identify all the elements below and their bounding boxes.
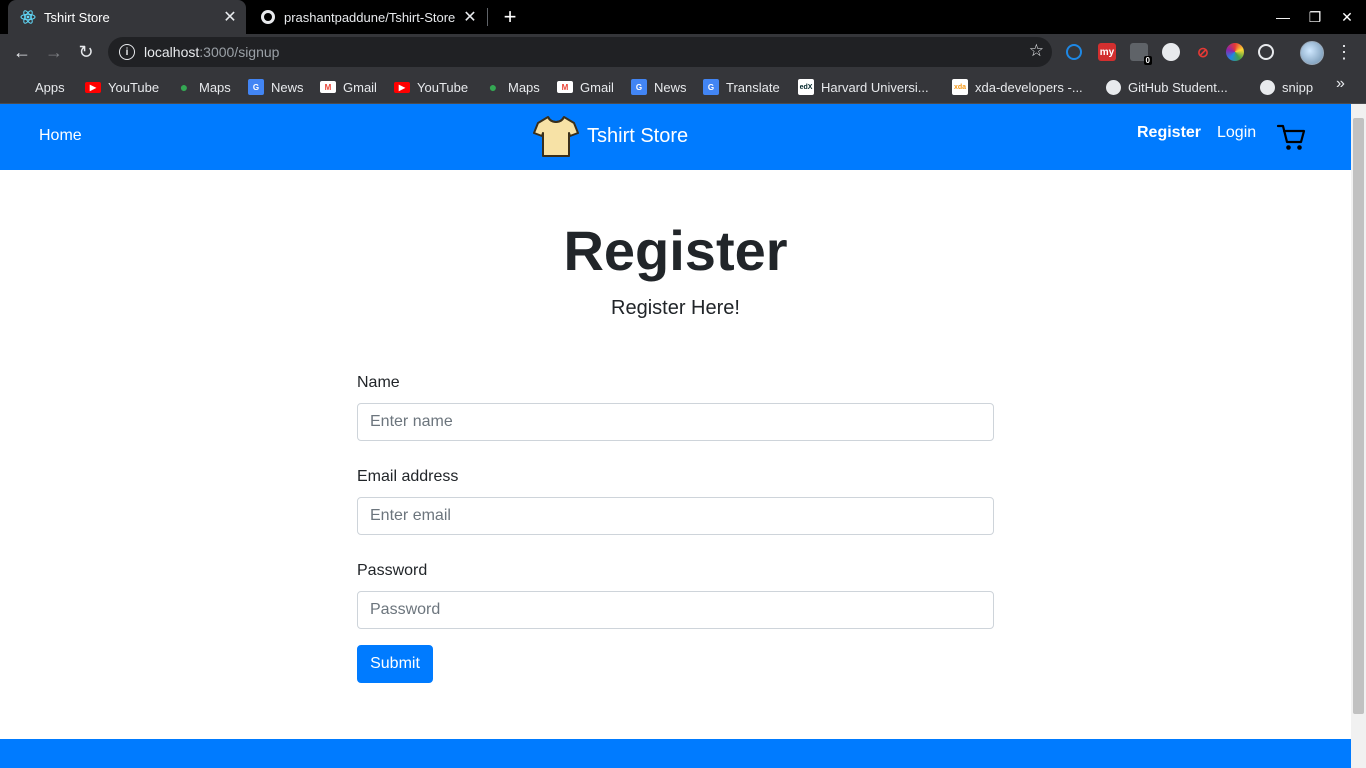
name-label: Name [357,374,400,391]
bookmark-apps[interactable]: Apps [14,78,65,96]
tshirt-logo-icon [533,116,579,157]
bookmark-xda[interactable]: xda xda-developers -... [952,78,1083,96]
extension-slash-icon[interactable]: ⊘ [1194,43,1212,61]
page-viewport: Home Tshirt Store Register Login Registe… [0,104,1351,768]
bookmark-star-icon[interactable]: ☆ [1029,41,1044,61]
bookmark-github-student[interactable]: GitHub Student... [1106,78,1228,96]
google-news-icon: G [248,79,264,95]
youtube-icon: ▶ [85,81,101,93]
browser-tab-inactive[interactable]: prashantpaddune/Tshirt-Store ✕ [250,0,486,34]
tab-separator [487,8,488,26]
address-bar[interactable]: i localhost:3000/signup ☆ [108,37,1052,67]
password-input[interactable] [357,591,994,629]
browser-tab-active[interactable]: Tshirt Store ✕ [8,0,246,34]
brand[interactable]: Tshirt Store [533,113,688,159]
tab-close-icon[interactable]: ✕ [220,7,240,27]
apps-grid-icon [14,80,28,94]
bookmark-youtube[interactable]: ▶ YouTube [394,78,468,96]
tab-close-icon[interactable]: ✕ [460,7,480,27]
maps-icon: ● [488,79,498,95]
site-info-icon[interactable]: i [119,44,135,60]
browser-tab-bar: Tshirt Store ✕ prashantpaddune/Tshirt-St… [0,0,1366,34]
github-icon [1260,79,1275,95]
close-window-icon[interactable]: ✕ [1331,0,1363,34]
github-icon [260,9,276,25]
gmail-icon: M [320,81,336,93]
new-tab-plus-icon[interactable]: + [498,4,522,30]
url-text: localhost:3000/signup [144,44,280,60]
brand-name: Tshirt Store [587,124,689,147]
email-group: Email address [357,468,994,535]
maps-icon: ● [179,79,189,95]
minimize-icon[interactable]: — [1267,0,1299,34]
extension-my-icon[interactable]: my [1098,43,1116,61]
forward-arrow-icon[interactable]: → [42,40,66,64]
scrollbar-thumb[interactable] [1353,118,1364,714]
extension-circle-icon[interactable] [1066,44,1082,60]
password-group: Password [357,562,994,629]
site-navbar: Home Tshirt Store Register Login [0,104,1351,170]
tab-title: Tshirt Store [44,9,110,25]
cart-icon[interactable] [1276,122,1306,152]
bookmarks-overflow-icon[interactable]: » [1336,75,1345,93]
xda-icon: xda [952,79,968,95]
profile-avatar[interactable] [1300,41,1324,65]
password-label: Password [357,562,428,579]
back-arrow-icon[interactable]: ← [10,40,34,64]
reload-icon[interactable]: ↻ [74,40,98,64]
google-news-icon: G [631,79,647,95]
bookmark-snipp[interactable]: snipp [1260,78,1313,96]
register-form: Name Email address Password Submit [357,374,994,683]
extension-colorwheel-icon[interactable] [1226,43,1244,61]
browser-toolbar: ← → ↻ i localhost:3000/signup ☆ my 0 ⊘ [0,34,1366,70]
nav-register-link[interactable]: Register [1137,124,1201,142]
email-input[interactable] [357,497,994,535]
nav-login-link[interactable]: Login [1217,124,1256,142]
bookmark-translate[interactable]: G Translate [703,78,780,96]
tab-title: prashantpaddune/Tshirt-Store [284,9,456,25]
submit-button[interactable]: Submit [357,645,433,683]
email-label: Email address [357,468,459,485]
bookmark-youtube[interactable]: ▶ YouTube [85,78,159,96]
page-subtitle: Register Here! [611,297,740,319]
site-footer [0,739,1351,768]
github-icon [1106,79,1121,95]
restore-icon[interactable]: ❐ [1299,0,1331,34]
youtube-icon: ▶ [394,81,410,93]
bookmark-maps[interactable]: ● Maps [176,78,231,96]
extension-badge-icon[interactable]: 0 [1130,43,1152,65]
bookmark-maps[interactable]: ● Maps [485,78,540,96]
translate-icon: G [703,79,719,95]
react-icon [20,9,36,25]
bookmarks-bar: Apps ▶ YouTube ● Maps G News M Gmail ▶ Y… [0,70,1366,104]
edx-icon: edX [798,79,814,95]
bookmark-news[interactable]: G News [248,78,304,96]
page-title: Register [563,219,788,282]
bookmark-harvard[interactable]: edX Harvard Universi... [798,78,929,96]
page-scrollbar[interactable] [1351,104,1366,768]
name-input[interactable] [357,403,994,441]
menu-kebab-icon[interactable]: ⋮ [1334,41,1354,63]
bookmark-news[interactable]: G News [631,78,687,96]
name-group: Name [357,374,994,441]
extension-record-icon[interactable] [1162,43,1180,61]
bookmark-gmail[interactable]: M Gmail [557,78,614,96]
gmail-icon: M [557,81,573,93]
nav-home-link[interactable]: Home [39,127,82,145]
extension-target-icon[interactable] [1258,44,1274,60]
bookmark-gmail[interactable]: M Gmail [320,78,377,96]
